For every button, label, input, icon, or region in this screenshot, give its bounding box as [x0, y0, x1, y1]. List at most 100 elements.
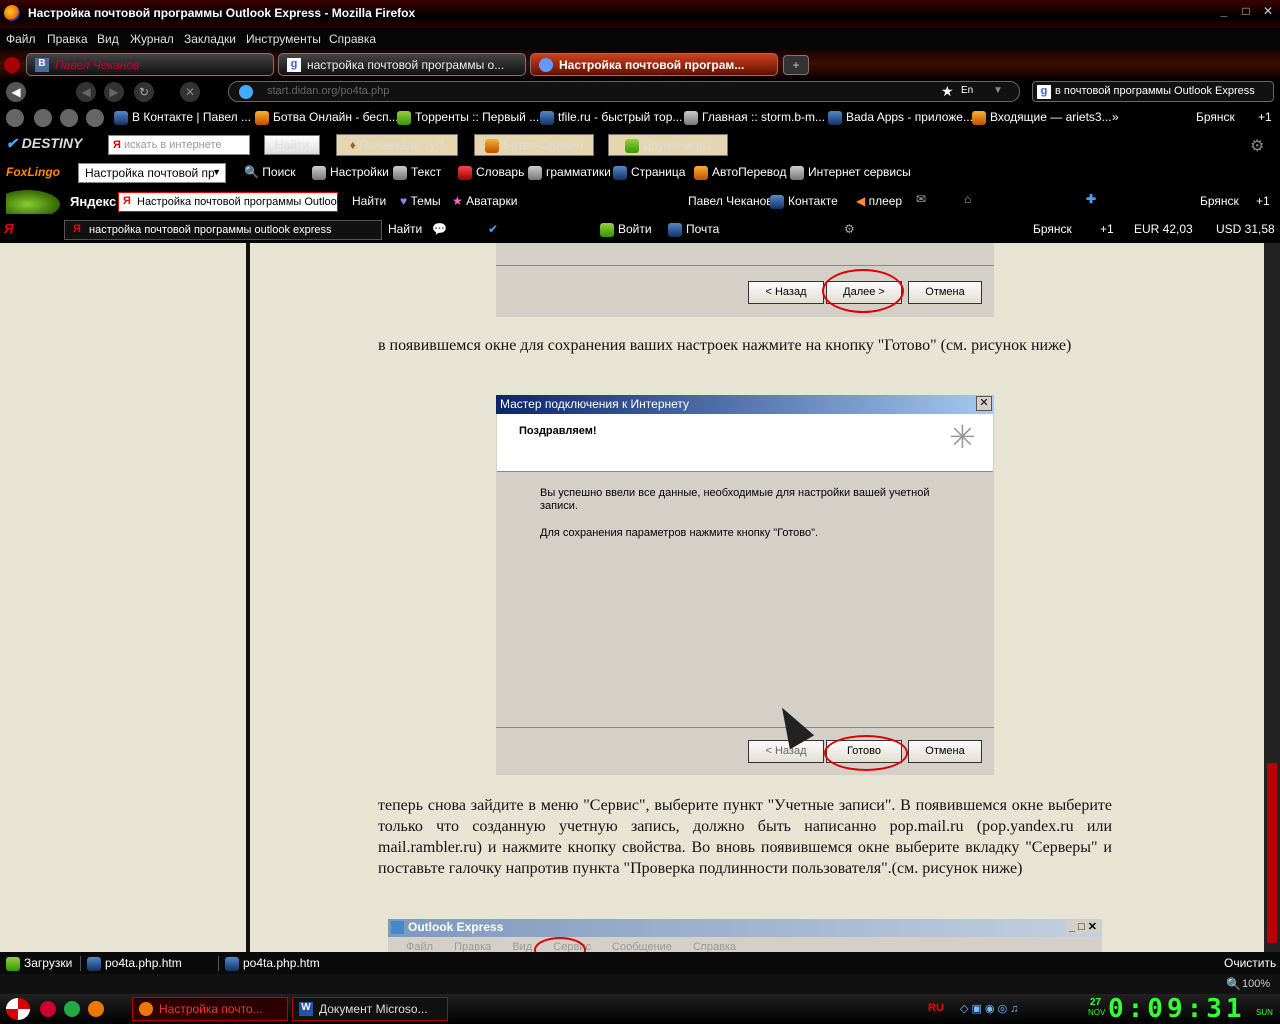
start-umbrella-icon[interactable]	[6, 998, 30, 1020]
yandex-city[interactable]: Брянск	[1200, 194, 1239, 208]
bookmark-botva[interactable]: Ботва Онлайн - бесп...	[255, 110, 399, 125]
bookmark-label: В Контакте | Павел ...	[132, 110, 252, 124]
fox-services[interactable]: Интернет сервисы	[790, 165, 911, 180]
url-dropdown-icon[interactable]: ▼	[993, 85, 1003, 96]
home-icon[interactable]	[6, 109, 24, 127]
menu-history[interactable]: Журнал	[130, 32, 174, 46]
ponaehali-button[interactable]: ♦ Понаехали тут!	[336, 134, 458, 156]
usd-rate[interactable]: USD 31,58	[1216, 222, 1275, 236]
yandex-temp: +1	[1256, 194, 1270, 208]
new-tab-button[interactable]: +	[783, 55, 809, 75]
fox-autotranslate[interactable]: АвтоПеревод	[694, 165, 786, 180]
settings-icon[interactable]: ⚙	[844, 222, 855, 236]
yandex2-find-button[interactable]: Найти	[388, 222, 422, 236]
foxlingo-select[interactable]: Настройка почтовой пр ▼	[78, 163, 226, 183]
task-word[interactable]: W Документ Microso...	[292, 997, 448, 1021]
fox-page[interactable]: Страница	[613, 165, 685, 180]
firefox-icon[interactable]	[88, 1001, 104, 1017]
yandex2-city[interactable]: Брянск	[1033, 222, 1072, 236]
plus-icon[interactable]: ✚	[1086, 192, 1096, 206]
bookmark-tfile[interactable]: tfile.ru - быстрый тор...	[540, 110, 682, 125]
fox-grammar[interactable]: грамматики	[528, 165, 611, 180]
mail-icon[interactable]: ✉	[916, 192, 926, 206]
yandex-themes[interactable]: ♥ Темы	[400, 194, 441, 208]
weather-city[interactable]: Брянск	[1196, 110, 1235, 124]
zoom-level[interactable]: 100%	[1242, 978, 1270, 990]
scrollbar-thumb[interactable]	[1267, 763, 1277, 943]
tab-search[interactable]: g настройка почтовой программы о...	[278, 53, 526, 76]
chat-icon[interactable]: 💬	[432, 222, 447, 236]
quicklaunch-icon[interactable]	[40, 1001, 56, 1017]
paragraph-2: теперь снова зайдите в меню "Сервис", вы…	[378, 797, 1112, 877]
bookmark-vk[interactable]: В Контакте | Павел ...	[114, 110, 251, 125]
bookmark-torrents[interactable]: Торренты :: Первый ...	[397, 110, 539, 125]
quicklaunch-icon[interactable]	[64, 1001, 80, 1017]
forward-icon[interactable]: ◀	[76, 82, 96, 102]
reload-icon[interactable]: ↻	[134, 82, 154, 102]
bookmark-storm[interactable]: Главная :: storm.b-m...	[684, 110, 825, 125]
yandex-logo-2[interactable]: Я	[4, 221, 13, 236]
yandex2-mail[interactable]: Почта	[668, 222, 719, 237]
url-bar[interactable]: start.didan.org/po4ta.php ★ En ▼	[228, 81, 1020, 102]
destiny-search-input[interactable]: Я искать в интернете	[108, 135, 250, 155]
heart-icon: ♥	[400, 194, 408, 208]
clock[interactable]: 0:09:31	[1108, 994, 1246, 1024]
fox-search[interactable]: 🔍 Поиск	[244, 165, 296, 179]
tab-current[interactable]: Настройка почтовой програм...	[530, 53, 778, 76]
fox-text[interactable]: Текст	[393, 165, 441, 180]
history-icon[interactable]	[34, 109, 52, 127]
scrollbar[interactable]	[1264, 243, 1280, 952]
gear-icon[interactable]: ⚙	[1250, 136, 1264, 156]
bookmark-bada[interactable]: Bada Apps - приложе...	[828, 110, 973, 125]
search-box[interactable]: g в почтовой программы Outlook Express	[1032, 81, 1274, 102]
menu-help[interactable]: Справка	[329, 32, 376, 46]
torrent-icon	[397, 110, 411, 125]
close-button[interactable]: ✕	[1258, 4, 1278, 22]
task-firefox[interactable]: Настройка почто...	[132, 997, 288, 1021]
downloads-icon[interactable]	[86, 109, 104, 127]
tab-vk[interactable]: B Павел Чеканов	[26, 53, 274, 76]
yandex-vk[interactable]: Контакте	[770, 194, 838, 209]
yandex-logo[interactable]: Яндекс	[70, 194, 116, 209]
fox-settings[interactable]: Настройки	[312, 165, 389, 180]
yandex-user[interactable]: Павел Чеканов	[688, 194, 773, 208]
yandex2-search-input[interactable]: Я настройка почтовой программы outlook e…	[64, 220, 382, 240]
home-icon[interactable]: ⌂	[964, 192, 971, 206]
yandex-avatars[interactable]: ★ Аватарки	[452, 194, 517, 208]
foxlingo-logo[interactable]: FoxLingo	[6, 165, 60, 179]
menu-edit[interactable]: Правка	[47, 32, 88, 46]
eur-rate[interactable]: EUR 42,03	[1134, 222, 1193, 236]
menu-bookmarks[interactable]: Закладки	[184, 32, 236, 46]
yandex2-login[interactable]: Войти	[600, 222, 652, 237]
menu-view[interactable]: Вид	[97, 32, 119, 46]
stop-icon[interactable]: ✕	[180, 82, 200, 102]
destiny-find-button[interactable]: Найти	[264, 135, 320, 155]
yandex-search-input[interactable]: Я Настройка почтовой программы Outlook	[118, 192, 342, 212]
maximize-button[interactable]: □	[1236, 4, 1256, 22]
minimize-button[interactable]: _	[1214, 4, 1234, 22]
more-bookmarks-icon[interactable]: »	[1112, 110, 1119, 124]
menu-tools[interactable]: Инструменты	[246, 32, 321, 46]
star-icon[interactable]: ★	[941, 83, 954, 100]
check-icon[interactable]: ✔	[488, 222, 498, 236]
yandex-find-button[interactable]: Найти	[352, 194, 386, 208]
downloads-label[interactable]: Загрузки	[6, 956, 72, 971]
download-file-2[interactable]: po4ta.php.htm	[218, 956, 354, 971]
play-icon[interactable]: ▶	[104, 82, 124, 102]
fox-dictionary[interactable]: Словарь	[458, 165, 524, 180]
download-file-1[interactable]: po4ta.php.htm	[80, 956, 216, 971]
clear-downloads-button[interactable]: Очистить	[1224, 956, 1276, 970]
botva-online-button[interactable]: Ботва-Онлайн	[474, 134, 594, 156]
tab-list-icon[interactable]	[4, 57, 20, 73]
other-games-button[interactable]: Другие игры	[608, 134, 728, 156]
bookmark-inbox[interactable]: Входящие — ariets3...	[972, 110, 1112, 125]
yandex-player[interactable]: ◀ плеер	[856, 194, 902, 208]
print-icon[interactable]	[60, 109, 78, 127]
lang-indicator[interactable]: En	[961, 85, 973, 96]
back-icon[interactable]: ◀	[6, 82, 26, 102]
yandex-toolbar-2: Я Я настройка почтовой программы outlook…	[0, 217, 1280, 243]
highlight-ellipse	[534, 937, 586, 952]
menu-file[interactable]: Файл	[6, 32, 36, 46]
wizard-screenshot-top: < Назад Далее > Отмена	[496, 243, 994, 317]
language-indicator[interactable]: RU	[928, 1002, 944, 1014]
